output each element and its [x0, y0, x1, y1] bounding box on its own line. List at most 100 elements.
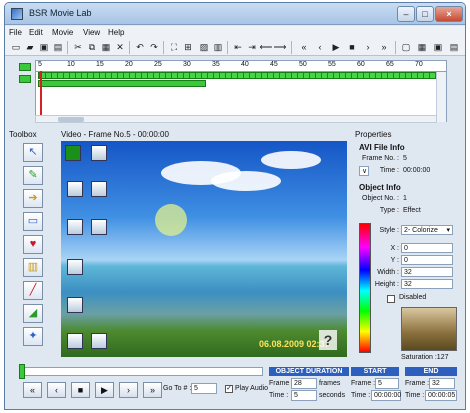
menu-file[interactable]: File: [9, 28, 22, 37]
ruler-label: 45: [270, 61, 278, 68]
minimize-button[interactable]: –: [397, 6, 415, 22]
position-slider[interactable]: [23, 367, 263, 376]
toolbar-separator: [163, 41, 164, 54]
export-icon[interactable]: ▤: [51, 41, 65, 54]
next-frame-icon[interactable]: ›: [361, 41, 375, 54]
cloud: [211, 171, 281, 191]
settings-icon[interactable]: ▤: [447, 41, 461, 54]
frame-ruler[interactable]: 5 10 15 20 25 30 35 40 45 50 55 60 65 70: [36, 61, 446, 72]
new-icon[interactable]: ▭: [9, 41, 23, 54]
close-button[interactable]: ×: [435, 6, 463, 22]
expand-icon[interactable]: ∨: [359, 166, 369, 176]
track-marker[interactable]: [19, 63, 31, 71]
style-value: 2- Colorize: [404, 227, 438, 234]
delete-icon[interactable]: ✕: [113, 41, 127, 54]
desktop-icon: [91, 181, 107, 197]
fast-forward-button[interactable]: »: [143, 382, 162, 398]
pointer-tool-icon[interactable]: ↖: [23, 143, 43, 162]
end-time-input[interactable]: 00:00:05: [425, 390, 457, 401]
fast-forward-icon[interactable]: »: [377, 41, 391, 54]
video-preview[interactable]: 06.08.2009 02:37 ?: [61, 141, 347, 357]
prev-frame-button[interactable]: ‹: [47, 382, 66, 398]
stop-button[interactable]: ■: [71, 382, 90, 398]
gradient-tool-icon[interactable]: ◢: [23, 304, 43, 323]
type-value: Effect: [403, 207, 421, 214]
menu-movie[interactable]: Movie: [52, 28, 73, 37]
zoom-fit-icon[interactable]: ⊞: [181, 41, 195, 54]
timeline-area[interactable]: 5 10 15 20 25 30 35 40 45 50 55 60 65 70: [35, 60, 447, 122]
end-frame-input[interactable]: 32: [429, 378, 455, 389]
grid-icon[interactable]: ▦: [415, 41, 429, 54]
image-icon[interactable]: ▨: [197, 41, 211, 54]
effect-tool-icon[interactable]: ✦: [23, 327, 43, 346]
brush-tool-icon[interactable]: ✎: [23, 166, 43, 185]
video-track[interactable]: [38, 72, 442, 79]
line-tool-icon[interactable]: ╱: [23, 281, 43, 300]
paste-icon[interactable]: ▦: [99, 41, 113, 54]
heart-tool-icon[interactable]: ♥: [23, 235, 43, 254]
prev-frame-icon[interactable]: ‹: [313, 41, 327, 54]
disabled-checkbox[interactable]: [387, 295, 395, 303]
ruler-label: 35: [212, 61, 220, 68]
ruler-label: 70: [415, 61, 423, 68]
start-frame-input[interactable]: 5: [375, 378, 399, 389]
chart-tool-icon[interactable]: ▥: [23, 258, 43, 277]
next-frame-button[interactable]: ›: [119, 382, 138, 398]
rewind-button[interactable]: «: [23, 382, 42, 398]
stop-icon[interactable]: ■: [345, 41, 359, 54]
toolbar-separator: [291, 41, 292, 54]
text-tool-icon[interactable]: ▭: [23, 212, 43, 231]
cut-icon[interactable]: ✂: [71, 41, 85, 54]
save-icon[interactable]: ▣: [37, 41, 51, 54]
trim-end-icon[interactable]: ⟶: [273, 41, 287, 54]
width-input[interactable]: 32: [401, 267, 453, 277]
object-track[interactable]: [38, 80, 206, 87]
scroll-thumb[interactable]: [58, 117, 84, 122]
open-icon[interactable]: ▰: [23, 41, 37, 54]
play-icon[interactable]: ▶: [329, 41, 343, 54]
split-left-icon[interactable]: ⇤: [231, 41, 245, 54]
desktop-icon: [67, 181, 83, 197]
menu-help[interactable]: Help: [108, 28, 124, 37]
goto-input[interactable]: 5: [191, 383, 217, 394]
frames-unit: frames: [319, 380, 341, 387]
slider-thumb[interactable]: [19, 364, 25, 379]
playhead[interactable]: [40, 71, 42, 121]
timeline-vertical-scrollbar[interactable]: [436, 72, 446, 122]
duration-time-input[interactable]: 5: [291, 390, 317, 401]
style-dropdown[interactable]: 2- Colorize ▾: [401, 225, 453, 235]
frame-icon[interactable]: ▣: [431, 41, 445, 54]
duration-frame-input[interactable]: 28: [291, 378, 317, 389]
rect-select-icon[interactable]: ▢: [399, 41, 413, 54]
play-button[interactable]: ▶: [95, 382, 114, 398]
y-input[interactable]: 0: [401, 255, 453, 265]
menu-view[interactable]: View: [83, 28, 100, 37]
menu-edit[interactable]: Edit: [29, 28, 43, 37]
end-frame-label: Frame :: [405, 380, 430, 387]
color-gradient-bar[interactable]: [359, 223, 371, 353]
fit-icon[interactable]: ⛶: [167, 41, 181, 54]
undo-icon[interactable]: ↶: [133, 41, 147, 54]
desktop-icon: [91, 333, 107, 349]
film-icon[interactable]: ▥: [211, 41, 225, 54]
ruler-label: 5: [38, 61, 42, 68]
track-marker[interactable]: [19, 75, 31, 83]
copy-icon[interactable]: ⧉: [85, 41, 99, 54]
x-input[interactable]: 0: [401, 243, 453, 253]
selected-object-icon[interactable]: [65, 145, 81, 161]
x-label: X :: [390, 245, 399, 252]
play-audio-checkbox[interactable]: ✓: [225, 385, 233, 393]
split-right-icon[interactable]: ⇥: [245, 41, 259, 54]
desktop-icon: [91, 145, 107, 161]
effect-object-circle[interactable]: [155, 204, 187, 236]
start-time-input[interactable]: 00:00:00: [371, 390, 401, 401]
rewind-icon[interactable]: «: [297, 41, 311, 54]
start-heading: START: [351, 367, 399, 376]
maximize-button[interactable]: □: [416, 6, 434, 22]
end-time-label: Time :: [405, 392, 425, 399]
height-input[interactable]: 32: [401, 279, 453, 289]
arrow-tool-icon[interactable]: ➔: [23, 189, 43, 208]
timeline-horizontal-scrollbar[interactable]: [35, 115, 437, 123]
trim-start-icon[interactable]: ⟵: [259, 41, 273, 54]
redo-icon[interactable]: ↷: [147, 41, 161, 54]
